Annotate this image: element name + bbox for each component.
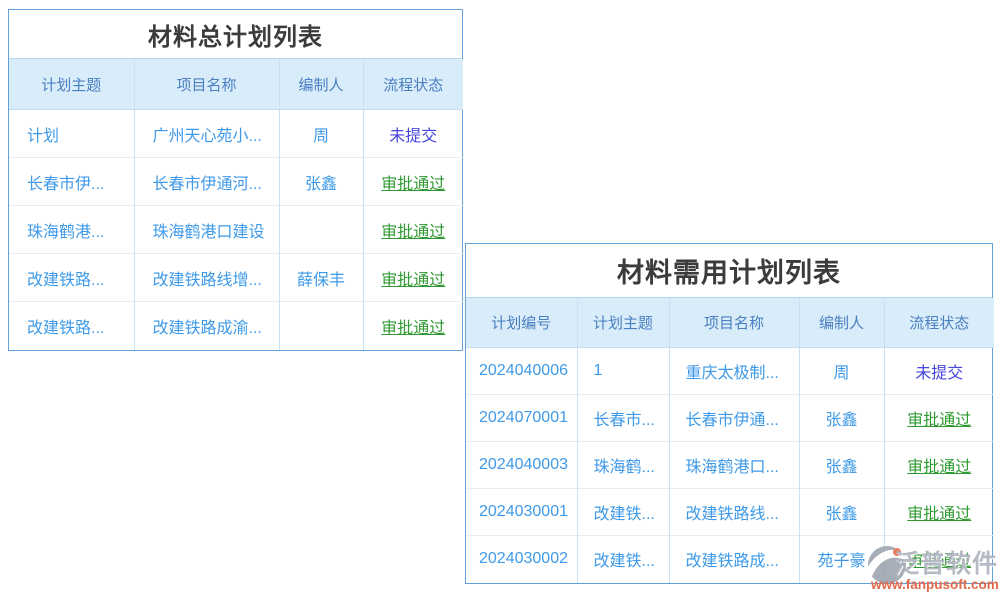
table-row[interactable]: 2024030001 改建铁... 改建铁路线... 张鑫 审批通过 <box>466 489 994 536</box>
cell-text: 珠海鹤港口... <box>686 459 779 476</box>
table-row[interactable]: 长春市伊... 长春市伊通河... 张鑫 审批通过 <box>9 158 463 206</box>
column-header: 项目名称 <box>669 298 799 348</box>
status-approved-link[interactable]: 审批通过 <box>907 412 971 429</box>
table-header-row: 计划主题项目名称编制人流程状态 <box>9 59 463 110</box>
cell-text: 周 <box>833 365 849 382</box>
column-header: 编制人 <box>279 59 363 110</box>
cell-text: 改建铁路线... <box>686 506 779 523</box>
cell-text: 2024030002 <box>479 550 568 567</box>
status-approved-link[interactable]: 审批通过 <box>907 506 971 523</box>
cell-text: 重庆太极制... <box>686 365 779 382</box>
cell-text: 珠海鹤港... <box>27 224 104 241</box>
status-approved-link[interactable]: 审批通过 <box>381 224 445 241</box>
column-header: 计划编号 <box>466 298 577 348</box>
cell-text: 改建铁... <box>594 506 655 523</box>
status-approved-link[interactable]: 审批通过 <box>381 176 445 193</box>
material-requirement-plan-table: 材料需用计划列表 计划编号计划主题项目名称编制人流程状态 2024040006 1… <box>465 243 993 584</box>
cell-text: 2024040003 <box>479 456 568 473</box>
cell-text: 计划 <box>27 128 59 145</box>
column-header: 流程状态 <box>363 59 463 110</box>
cell-text: 改建铁路成渝... <box>153 320 262 337</box>
cell-text: 张鑫 <box>305 176 337 193</box>
column-header: 计划主题 <box>9 59 134 110</box>
cell-text: 1 <box>594 362 603 379</box>
table-title: 材料总计划列表 <box>9 10 462 59</box>
column-header: 流程状态 <box>884 298 994 348</box>
cell-text: 珠海鹤港口建设 <box>153 224 265 241</box>
table-row[interactable]: 计划 广州天心苑小... 周 未提交 <box>9 110 463 158</box>
status-approved-link[interactable]: 审批通过 <box>907 459 971 476</box>
cell-text: 广州天心苑小... <box>153 128 262 145</box>
table-row[interactable]: 2024030002 改建铁... 改建铁路成... 苑子豪 审批通过 <box>466 536 994 583</box>
cell-text: 周 <box>313 128 329 145</box>
cell-text: 长春市伊通... <box>686 412 779 429</box>
column-header: 计划主题 <box>577 298 669 348</box>
column-header: 项目名称 <box>134 59 279 110</box>
status-pending-link: 未提交 <box>389 128 437 145</box>
cell-text: 2024030001 <box>479 503 568 520</box>
cell-text: 改建铁路成... <box>686 553 779 570</box>
table-row[interactable]: 改建铁路... 改建铁路成渝... 审批通过 <box>9 302 463 350</box>
cell-text: 张鑫 <box>825 459 857 476</box>
cell-text: 薛保丰 <box>297 272 345 289</box>
cell-text: 苑子豪 <box>817 553 865 570</box>
cell-text: 改建铁路线增... <box>153 272 262 289</box>
cell-text: 珠海鹤... <box>594 459 655 476</box>
status-approved-link[interactable]: 审批通过 <box>381 320 445 337</box>
cell-text: 改建铁路... <box>27 320 104 337</box>
page: { "colors": { "accent_blue": "#3e9ae8", … <box>0 0 1000 600</box>
table-header-row: 计划编号计划主题项目名称编制人流程状态 <box>466 298 994 348</box>
table-row[interactable]: 2024040003 珠海鹤... 珠海鹤港口... 张鑫 审批通过 <box>466 442 994 489</box>
table-title: 材料需用计划列表 <box>466 244 992 298</box>
cell-text: 2024070001 <box>479 409 568 426</box>
table-row[interactable]: 2024040006 1 重庆太极制... 周 未提交 <box>466 348 994 395</box>
cell-text: 改建铁... <box>594 553 655 570</box>
table-row[interactable]: 改建铁路... 改建铁路线增... 薛保丰 审批通过 <box>9 254 463 302</box>
cell-text: 改建铁路... <box>27 272 104 289</box>
status-approved-link[interactable]: 审批通过 <box>907 553 971 570</box>
cell-text: 长春市... <box>594 412 655 429</box>
cell-text: 2024040006 <box>479 362 568 379</box>
table-row[interactable]: 珠海鹤港... 珠海鹤港口建设 审批通过 <box>9 206 463 254</box>
material-total-plan-table: 材料总计划列表 计划主题项目名称编制人流程状态 计划 广州天心苑小... 周 未提交长… <box>8 9 463 351</box>
status-approved-link[interactable]: 审批通过 <box>381 272 445 289</box>
cell-text: 张鑫 <box>825 412 857 429</box>
cell-text: 长春市伊... <box>27 176 104 193</box>
cell-text: 张鑫 <box>825 506 857 523</box>
status-pending-link: 未提交 <box>915 365 963 382</box>
column-header: 编制人 <box>799 298 884 348</box>
table-row[interactable]: 2024070001 长春市... 长春市伊通... 张鑫 审批通过 <box>466 395 994 442</box>
cell-text: 长春市伊通河... <box>153 176 262 193</box>
